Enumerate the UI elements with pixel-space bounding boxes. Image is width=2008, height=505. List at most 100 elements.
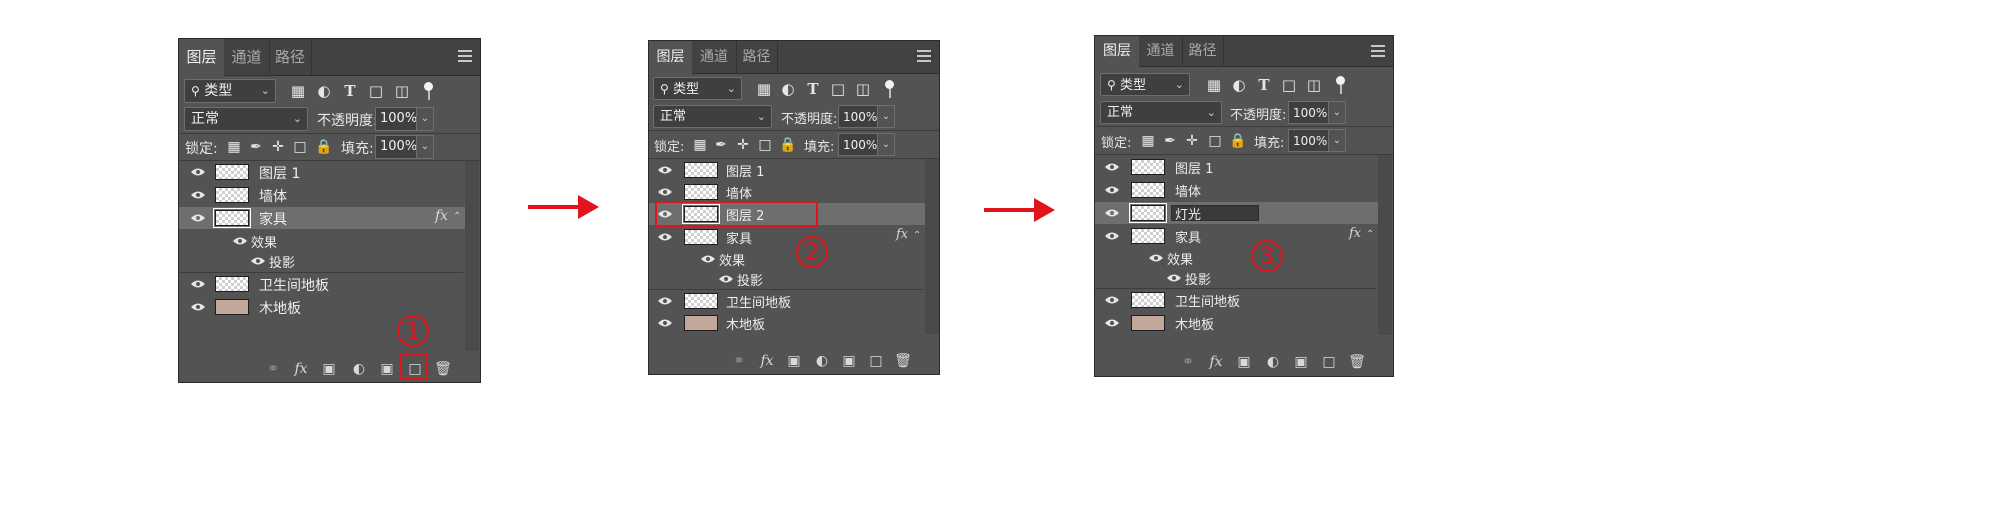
delete-layer-icon[interactable]: 🗑 — [893, 351, 913, 371]
eye-icon[interactable] — [1104, 231, 1120, 241]
lock-image-icon[interactable]: ✒ — [712, 133, 730, 157]
fx-icon[interactable]: fx — [1349, 226, 1361, 241]
layer-name[interactable]: 墙体 — [259, 186, 287, 206]
drop-shadow-row[interactable]: 投影 — [1095, 267, 1378, 289]
scrollbar[interactable] — [925, 159, 939, 334]
tab-layers[interactable]: 图层 — [649, 41, 692, 74]
eye-icon[interactable] — [1104, 318, 1120, 328]
delete-layer-icon[interactable]: 🗑 — [1347, 352, 1367, 372]
effects-row[interactable]: 效果 — [1095, 247, 1378, 269]
layer-row[interactable]: 木地板 — [179, 296, 465, 318]
layer-name[interactable]: 墙体 — [1175, 181, 1201, 200]
smart-object-filter-icon[interactable]: ◫ — [1305, 73, 1323, 97]
layer-row[interactable]: 墙体 — [179, 184, 465, 206]
eye-icon[interactable] — [1104, 295, 1120, 305]
blend-mode-dropdown[interactable]: 正常 ⌄ — [184, 107, 308, 131]
new-group-icon[interactable]: ▣ — [377, 359, 397, 379]
smart-object-filter-icon[interactable]: ◫ — [393, 79, 411, 103]
eye-icon[interactable] — [657, 165, 673, 175]
shape-filter-icon[interactable]: □ — [829, 77, 847, 101]
new-adjustment-icon[interactable]: ◐ — [812, 351, 832, 371]
eye-icon[interactable] — [657, 318, 673, 328]
layer-name[interactable]: 木地板 — [1175, 314, 1214, 333]
lock-all-icon[interactable]: 🔒 — [315, 135, 333, 159]
smart-object-filter-icon[interactable]: ◫ — [854, 77, 872, 101]
eye-icon[interactable] — [1104, 208, 1120, 218]
drop-shadow-row[interactable]: 投影 — [179, 250, 465, 272]
layer-row[interactable]: 图层 1 — [179, 161, 465, 183]
scrollbar[interactable] — [465, 161, 479, 351]
type-filter-icon[interactable]: T — [804, 77, 822, 101]
eye-icon[interactable] — [657, 232, 673, 242]
layer-row[interactable]: 家具 fx ⌃ — [649, 226, 925, 248]
layer-name[interactable]: 图层 1 — [1175, 158, 1213, 177]
lock-all-icon[interactable]: 🔒 — [779, 133, 797, 157]
eye-icon[interactable] — [190, 167, 206, 177]
opacity-dropdown-icon[interactable]: ⌄ — [1328, 101, 1346, 124]
layer-name[interactable]: 家具 — [259, 209, 287, 229]
add-mask-icon[interactable]: ▣ — [784, 351, 804, 371]
lock-position-icon[interactable]: ✛ — [1183, 129, 1201, 153]
tab-paths[interactable]: 路径 — [269, 39, 312, 75]
eye-icon[interactable] — [190, 279, 206, 289]
eye-icon[interactable] — [190, 190, 206, 200]
add-mask-icon[interactable]: ▣ — [319, 359, 339, 379]
layer-row[interactable]: 木地板 — [1095, 312, 1378, 334]
filter-kind-dropdown[interactable]: ⚲ 类型 ⌄ — [184, 79, 276, 103]
filter-kind-dropdown[interactable]: ⚲ 类型 ⌄ — [653, 77, 742, 100]
layer-name[interactable]: 家具 — [1175, 227, 1201, 246]
fill-dropdown-icon[interactable]: ⌄ — [416, 135, 434, 159]
eye-icon[interactable] — [190, 302, 206, 312]
type-filter-icon[interactable]: T — [1255, 73, 1273, 97]
lock-artboard-icon[interactable]: □ — [291, 135, 309, 159]
add-mask-icon[interactable]: ▣ — [1234, 352, 1254, 372]
scrollbar[interactable] — [1378, 155, 1392, 335]
layer-name[interactable]: 墙体 — [726, 183, 752, 202]
layer-name[interactable]: 卫生间地板 — [259, 275, 329, 295]
filter-kind-dropdown[interactable]: ⚲ 类型 ⌄ — [1100, 73, 1190, 96]
new-adjustment-icon[interactable]: ◐ — [349, 359, 369, 379]
fx-icon[interactable]: fx — [435, 208, 448, 224]
layer-name[interactable]: 家具 — [726, 228, 752, 247]
adjustment-filter-icon[interactable]: ◐ — [779, 77, 797, 101]
eye-icon[interactable] — [1104, 162, 1120, 172]
delete-layer-icon[interactable]: 🗑 — [433, 359, 453, 379]
opacity-dropdown-icon[interactable]: ⌄ — [416, 107, 434, 131]
layer-row[interactable]: 图层 1 — [1095, 156, 1378, 178]
shape-filter-icon[interactable]: □ — [1280, 73, 1298, 97]
layer-name[interactable]: 灯光 — [1175, 204, 1201, 223]
eye-icon[interactable] — [657, 187, 673, 197]
layer-row[interactable]: 图层 1 — [649, 159, 925, 181]
layer-name[interactable]: 卫生间地板 — [726, 292, 791, 311]
eye-icon[interactable] — [232, 236, 248, 246]
eye-icon[interactable] — [718, 274, 734, 284]
effects-row[interactable]: 效果 — [179, 230, 465, 252]
eye-icon[interactable] — [250, 256, 266, 266]
eye-icon[interactable] — [1104, 185, 1120, 195]
link-layers-icon[interactable]: ⚭ — [729, 351, 749, 371]
drop-shadow-row[interactable]: 投影 — [649, 268, 925, 290]
layer-row[interactable]: 卫生间地板 — [649, 290, 925, 312]
layer-row-selected[interactable]: 家具 fx ⌃ — [179, 207, 465, 229]
new-adjustment-icon[interactable]: ◐ — [1263, 352, 1283, 372]
fill-input[interactable]: 100% — [375, 135, 417, 159]
panel-menu-icon[interactable] — [1371, 45, 1385, 57]
eye-icon[interactable] — [657, 296, 673, 306]
opacity-input[interactable]: 100% — [1288, 101, 1329, 124]
eye-icon[interactable] — [190, 213, 206, 223]
panel-menu-icon[interactable] — [458, 50, 472, 62]
lock-transparent-icon[interactable]: ▦ — [225, 135, 243, 159]
filter-toggle-icon[interactable] — [424, 82, 433, 91]
add-style-icon[interactable]: fx — [757, 351, 777, 371]
chevron-up-icon[interactable]: ⌃ — [913, 230, 921, 241]
pixel-filter-icon[interactable]: ▦ — [289, 79, 307, 103]
eye-icon[interactable] — [1148, 253, 1164, 263]
fx-icon[interactable]: fx — [896, 227, 908, 242]
new-layer-icon[interactable]: □ — [866, 351, 886, 371]
add-style-icon[interactable]: fx — [291, 359, 311, 379]
shape-filter-icon[interactable]: □ — [367, 79, 385, 103]
layer-row[interactable]: 墙体 — [649, 181, 925, 203]
eye-icon[interactable] — [1166, 273, 1182, 283]
fill-input[interactable]: 100% — [838, 133, 878, 156]
eye-icon[interactable] — [700, 254, 716, 264]
